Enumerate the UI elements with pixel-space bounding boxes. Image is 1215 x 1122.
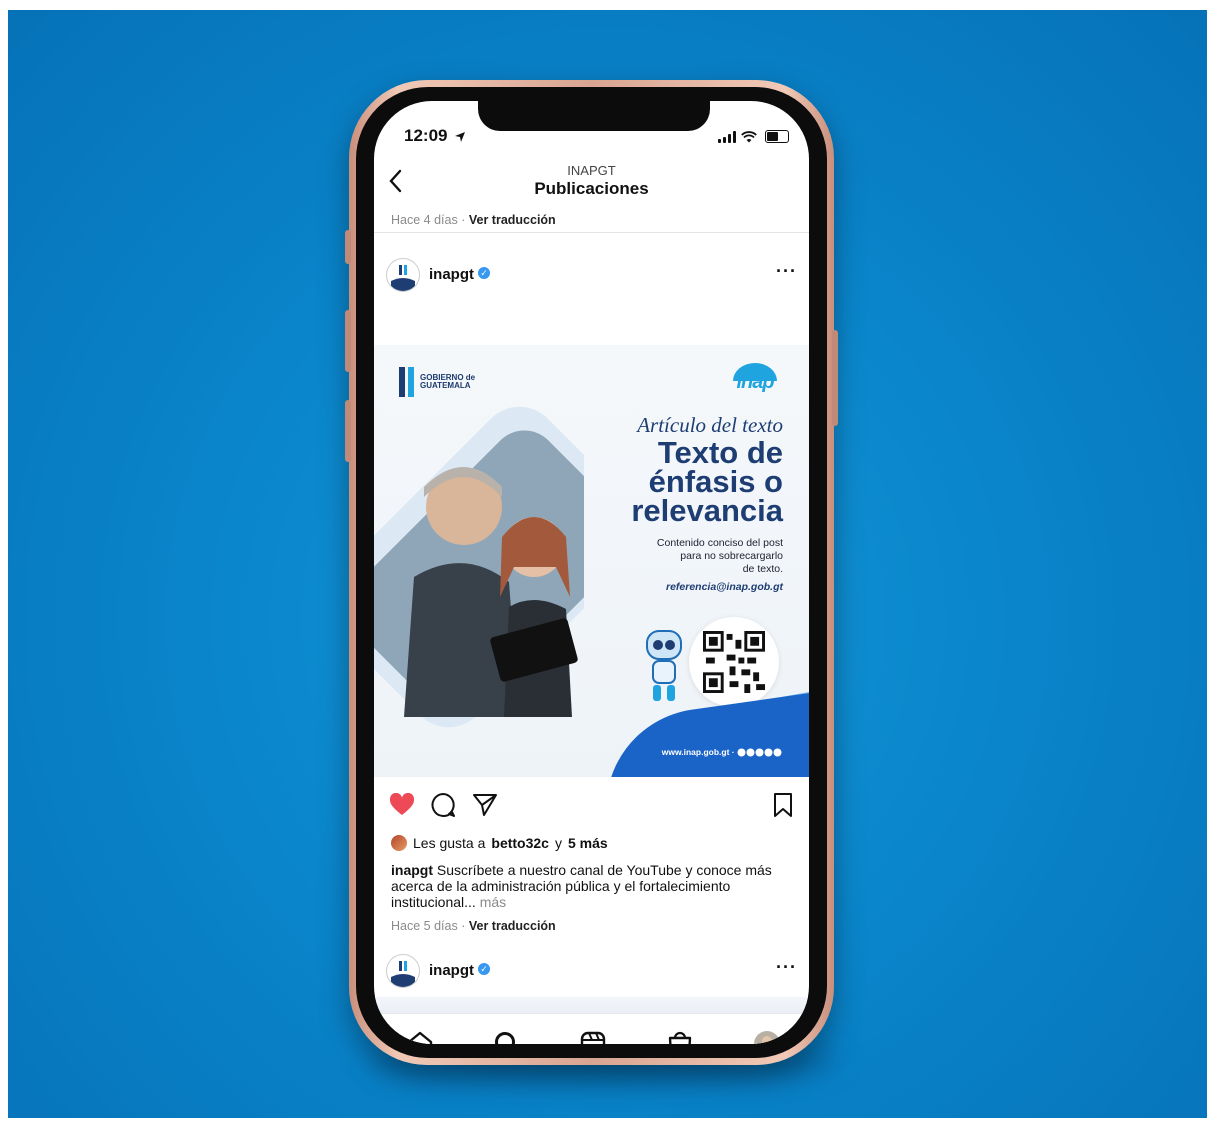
status-time: 12:09 xyxy=(404,126,466,146)
battery-icon xyxy=(765,130,789,143)
nav-header: INAPGT Publicaciones xyxy=(374,163,809,211)
location-arrow-icon xyxy=(455,131,466,142)
search-icon[interactable] xyxy=(491,1028,523,1044)
home-icon[interactable] xyxy=(404,1028,436,1044)
post-email: referencia@inap.gob.gt xyxy=(665,581,783,593)
phone-screen: 12:09 INAPGT Publicaciones Hace 4 días ·… xyxy=(374,101,809,1044)
wifi-icon xyxy=(741,131,757,143)
robot-mascot-icon xyxy=(646,630,682,701)
bookmark-icon[interactable] xyxy=(772,792,794,818)
previous-post-time: Hace 4 días xyxy=(391,213,458,227)
notch xyxy=(478,101,710,131)
caption-more-link[interactable]: más xyxy=(480,894,506,910)
profile-icon[interactable] xyxy=(751,1028,783,1044)
volume-down-button xyxy=(345,400,351,462)
qr-code-container xyxy=(689,617,779,707)
liker-avatar xyxy=(391,835,407,851)
status-time-text: 12:09 xyxy=(404,126,448,145)
verified-badge-icon: ✓ xyxy=(478,267,490,279)
phone-frame: 12:09 INAPGT Publicaciones Hace 4 días ·… xyxy=(345,80,838,1065)
post-headline: Texto de énfasis o relevancia xyxy=(631,435,783,528)
likes-prefix: Les gusta a xyxy=(413,835,486,851)
reels-icon[interactable] xyxy=(577,1028,609,1044)
power-button xyxy=(832,330,838,426)
divider xyxy=(374,232,809,233)
body-line-3: de texto. xyxy=(742,563,783,575)
header-account[interactable]: INAPGT xyxy=(374,163,809,178)
post-image[interactable]: GOBIERNO de GUATEMALA inap Artículo del … xyxy=(374,345,809,777)
likes-others[interactable]: 5 más xyxy=(568,835,608,851)
avatar[interactable] xyxy=(386,954,420,988)
headline-line-2: énfasis o xyxy=(648,464,783,499)
footer-url-text: www.inap.gob.gt · xyxy=(661,746,735,757)
verified-badge-icon: ✓ xyxy=(478,963,490,975)
inap-logo: inap xyxy=(725,361,785,395)
post-caption: inapgt Suscríbete a nuestro canal de You… xyxy=(391,862,781,910)
volume-up-button xyxy=(345,310,351,372)
next-post-image-peek[interactable] xyxy=(374,997,809,1013)
mute-switch xyxy=(345,230,351,264)
decor-wave xyxy=(593,691,809,777)
likes-user[interactable]: betto32c xyxy=(491,835,549,851)
meta-separator: · xyxy=(461,919,466,933)
share-icon[interactable] xyxy=(472,792,498,818)
tab-bar xyxy=(374,1013,809,1044)
post-actions xyxy=(374,787,809,823)
status-icons xyxy=(718,127,789,143)
body-line-1: Contenido conciso del post xyxy=(656,537,783,549)
qr-code-icon[interactable] xyxy=(703,631,765,693)
people-photo xyxy=(374,406,584,728)
gov-logo-line2: GUATEMALA xyxy=(420,381,471,390)
headline-line-1: Texto de xyxy=(657,435,783,470)
next-post-username[interactable]: inapgt xyxy=(429,962,474,979)
post-meta: Hace 5 días · Ver traducción xyxy=(391,919,556,933)
gov-flag-icon xyxy=(399,367,414,397)
signal-icon xyxy=(718,131,736,143)
translate-link[interactable]: Ver traducción xyxy=(469,213,556,227)
heart-icon[interactable] xyxy=(389,793,415,817)
post-body-copy: Contenido conciso del post para no sobre… xyxy=(603,537,783,576)
next-post-header: inapgt ✓ ··· xyxy=(374,949,809,993)
previous-post-meta: Hace 4 días · Ver traducción xyxy=(391,213,556,227)
phone-bezel: 12:09 INAPGT Publicaciones Hace 4 días ·… xyxy=(356,87,827,1058)
more-options-icon[interactable]: ··· xyxy=(776,261,797,282)
headline-line-3: relevancia xyxy=(631,493,783,528)
translate-link[interactable]: Ver traducción xyxy=(469,919,556,933)
gov-logo: GOBIERNO de GUATEMALA xyxy=(398,367,475,397)
body-line-2: para no sobrecargarlo xyxy=(680,550,783,562)
comment-icon[interactable] xyxy=(430,792,456,818)
post-username[interactable]: inapgt xyxy=(429,266,474,283)
likes-line[interactable]: Les gusta a betto32c y 5 más xyxy=(391,835,608,851)
caption-username[interactable]: inapgt xyxy=(391,862,433,878)
post-time: Hace 5 días xyxy=(391,919,458,933)
avatar[interactable] xyxy=(386,258,420,292)
caption-text: Suscríbete a nuestro canal de YouTube y … xyxy=(391,862,772,910)
post-footer-url: www.inap.gob.gt · xyxy=(662,747,783,757)
inap-avatar-logo xyxy=(391,265,415,291)
meta-separator: · xyxy=(461,213,466,227)
likes-joiner: y xyxy=(554,835,562,851)
shop-icon[interactable] xyxy=(664,1028,696,1044)
post-header: inapgt ✓ ··· xyxy=(374,253,809,297)
inap-avatar-logo xyxy=(391,961,415,987)
page-title: Publicaciones xyxy=(534,179,649,198)
more-options-icon[interactable]: ··· xyxy=(776,957,797,978)
social-icons xyxy=(737,748,782,757)
inap-brand: inap xyxy=(736,371,774,393)
